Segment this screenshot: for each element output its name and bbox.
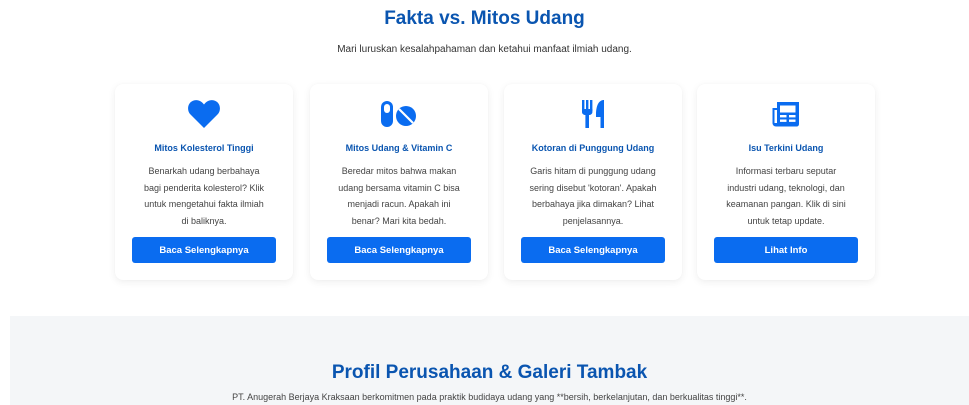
view-info-button[interactable]: Lihat Info — [714, 237, 858, 263]
company-profile-section: Profil Perusahaan & Galeri Tambak PT. An… — [10, 316, 969, 405]
card-title: Mitos Kolesterol Tinggi — [154, 143, 254, 153]
pills-icon — [310, 98, 488, 130]
card-title: Isu Terkini Udang — [748, 143, 824, 153]
card-description: Informasi terbaru seputar industri udang… — [726, 166, 846, 226]
card-description: Benarkah udang berbahaya bagi penderita … — [143, 166, 265, 226]
card-shrimp-vein: Kotoran di Punggung Udang Garis hitam di… — [504, 84, 682, 280]
newspaper-icon — [697, 98, 875, 130]
heart-icon — [115, 98, 293, 130]
card-cholesterol-myth: Mitos Kolesterol Tinggi Benarkah udang b… — [115, 84, 293, 280]
card-description: Beredar mitos bahwa makan udang bersama … — [338, 166, 460, 226]
read-more-button[interactable]: Baca Selengkapnya — [327, 237, 471, 263]
profile-title: Profil Perusahaan & Galeri Tambak — [331, 362, 648, 383]
read-more-button[interactable]: Baca Selengkapnya — [521, 237, 665, 263]
card-vitamin-c-myth: Mitos Udang & Vitamin C Beredar mitos ba… — [310, 84, 488, 280]
profile-description: PT. Anugerah Berjaya Kraksaan berkomitme… — [232, 392, 747, 402]
utensils-icon — [504, 98, 682, 130]
section-title: Fakta vs. Mitos Udang — [384, 8, 585, 29]
card-description: Garis hitam di punggung udang sering dis… — [529, 166, 657, 226]
read-more-button[interactable]: Baca Selengkapnya — [132, 237, 276, 263]
card-latest-issues: Isu Terkini Udang Informasi terbaru sepu… — [697, 84, 875, 280]
facts-section: Fakta vs. Mitos Udang Mari luruskan kesa… — [0, 0, 969, 316]
section-subtitle: Mari luruskan kesalahpahaman dan ketahui… — [337, 44, 632, 55]
card-title: Mitos Udang & Vitamin C — [345, 143, 453, 153]
card-title: Kotoran di Punggung Udang — [531, 143, 655, 153]
